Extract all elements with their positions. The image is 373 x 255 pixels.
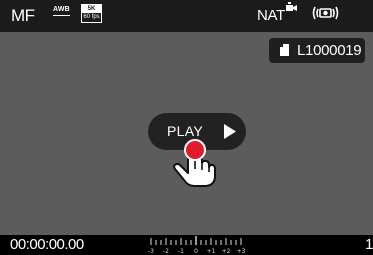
resolution-label: 5K bbox=[82, 5, 101, 13]
white-balance-indicator: AWB bbox=[53, 6, 70, 16]
exposure-tick-label: -2 bbox=[163, 248, 169, 255]
stabilization-icon bbox=[312, 6, 339, 20]
bottom-status-bar: 00:00:00.00 -3 -2 -1 0 +1 +2 +3 18 bbox=[0, 235, 373, 255]
exposure-tick-label: -3 bbox=[148, 248, 154, 255]
exposure-tick-label: +2 bbox=[222, 248, 231, 255]
video-badge-icon bbox=[286, 2, 297, 11]
exposure-tick-label: -1 bbox=[178, 248, 184, 255]
play-button-label: PLAY bbox=[167, 123, 203, 139]
exposure-tick-label: 0 bbox=[194, 248, 198, 255]
memory-card-icon bbox=[280, 44, 289, 56]
focus-mode-indicator: MF bbox=[11, 6, 35, 25]
exposure-tick-label: +3 bbox=[237, 248, 246, 255]
file-name-badge: L1000019 bbox=[269, 38, 365, 63]
camera-display: MF AWB 5K 60 fps NAT L1000019 PLAY 00:00… bbox=[0, 0, 373, 255]
exposure-scale: -3 -2 -1 0 +1 +2 +3 bbox=[148, 236, 246, 255]
file-name: L1000019 bbox=[297, 42, 362, 59]
video-resolution-icon: 5K 60 fps bbox=[81, 4, 102, 23]
exposure-tick-label: +1 bbox=[207, 248, 216, 255]
top-status-bar: MF AWB 5K 60 fps NAT bbox=[0, 0, 373, 32]
film-style-indicator: NAT bbox=[257, 7, 285, 24]
remaining-shots: 18 bbox=[365, 236, 373, 253]
timecode: 00:00:00.00 bbox=[10, 236, 84, 253]
play-triangle-icon bbox=[224, 124, 236, 139]
framerate-label: 60 fps bbox=[83, 14, 100, 20]
tap-indicator bbox=[184, 139, 206, 161]
